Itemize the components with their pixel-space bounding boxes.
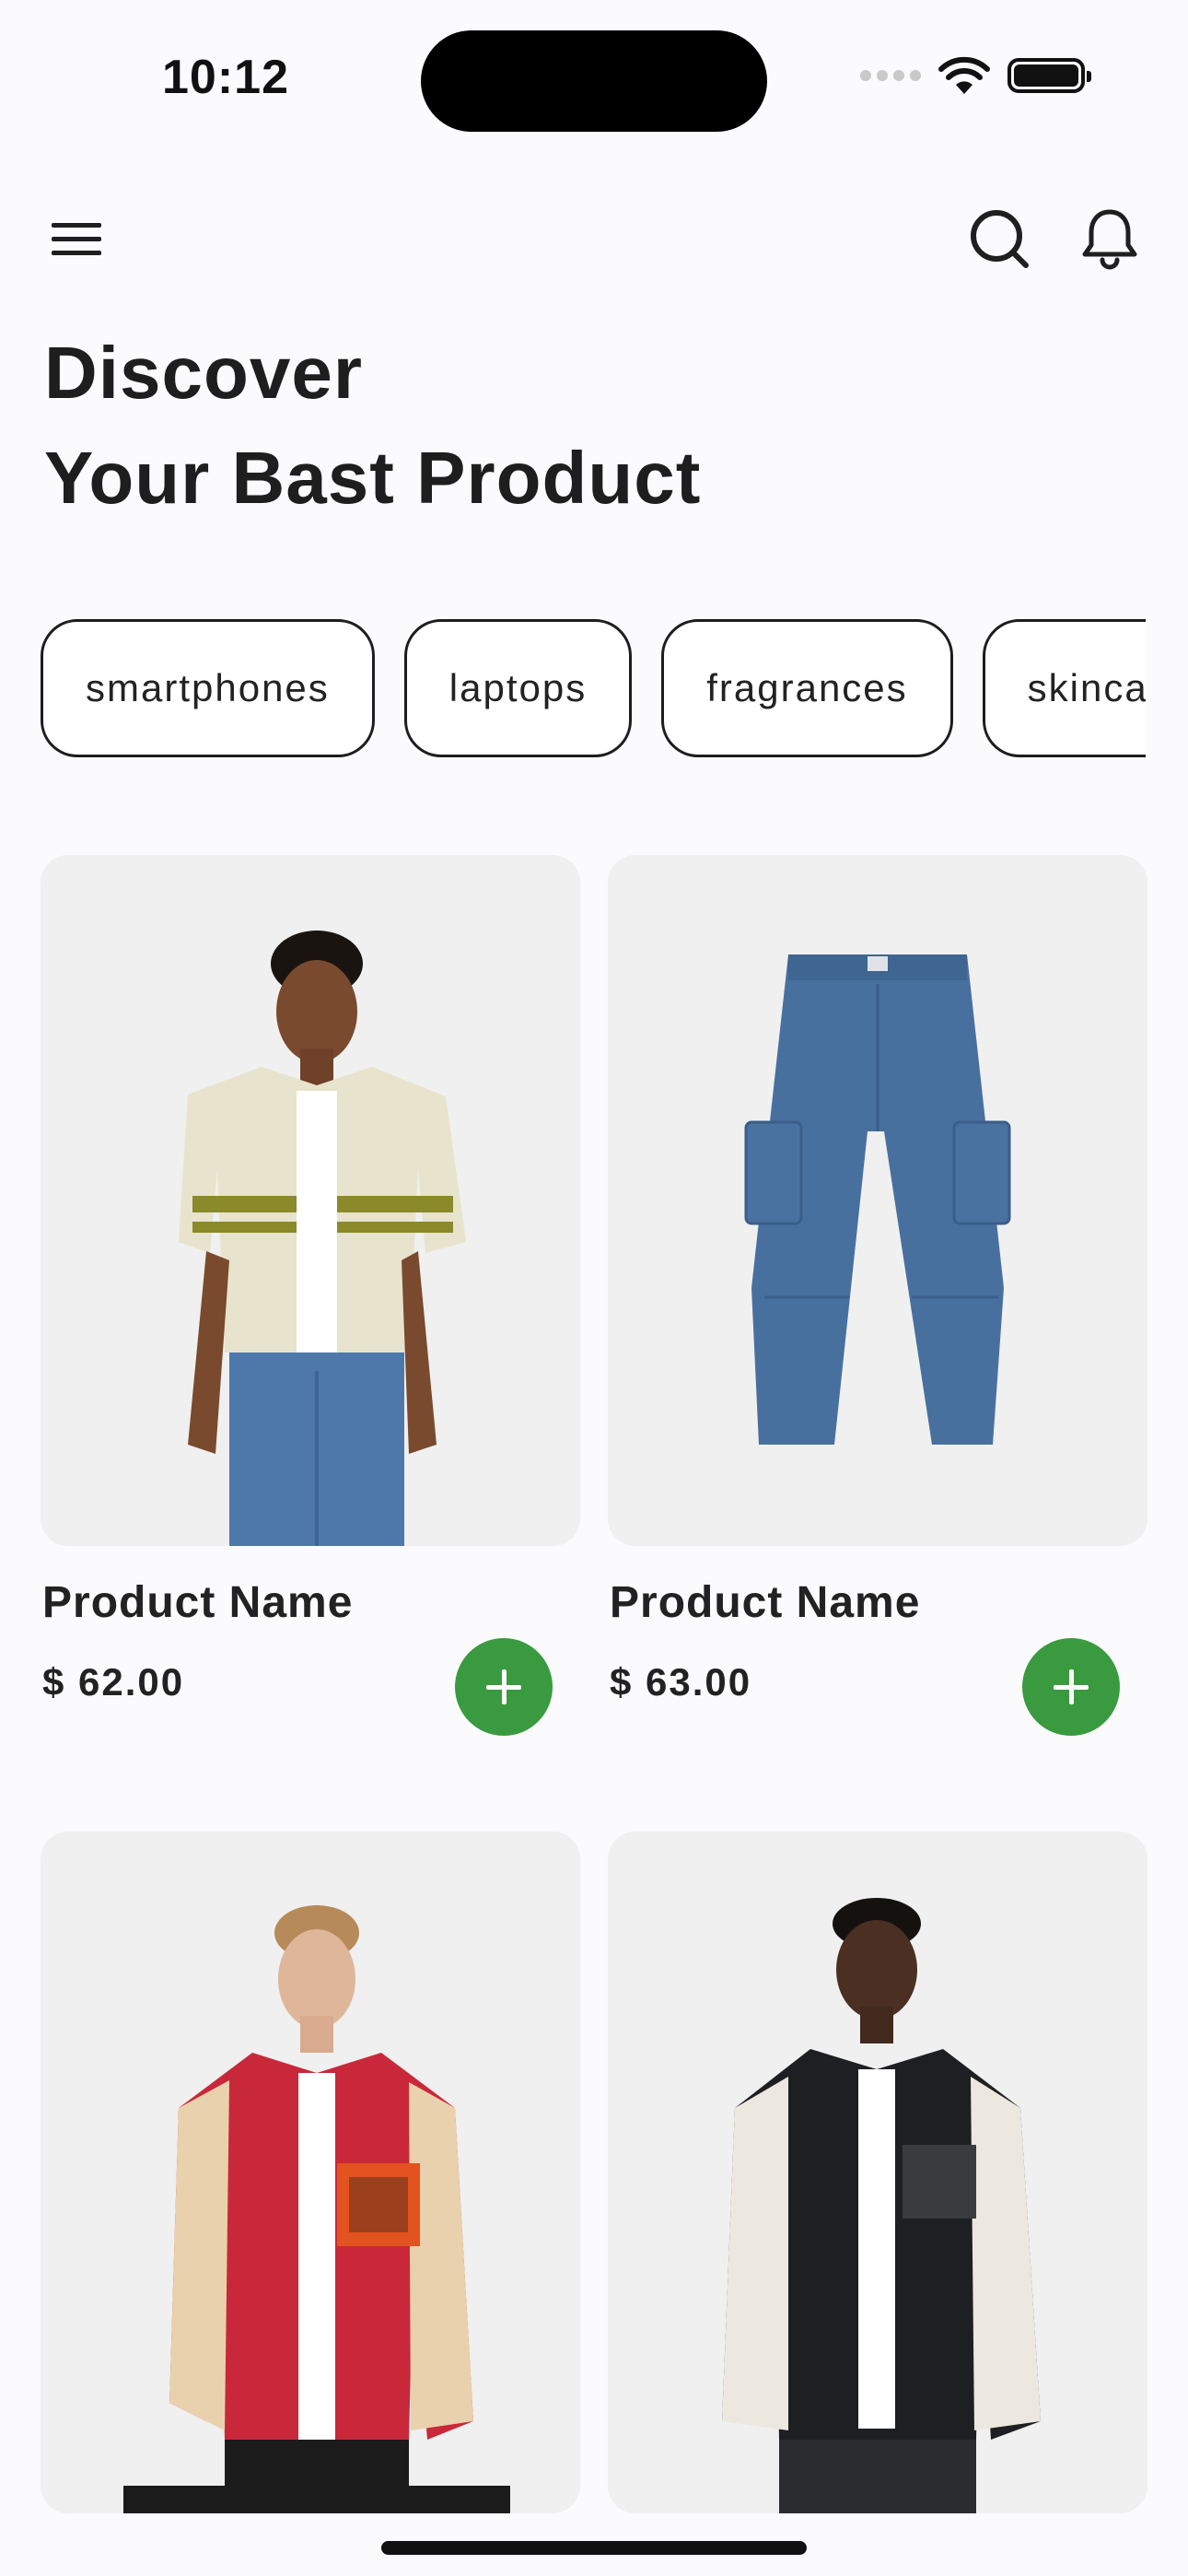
product-card[interactable]: Product Name $ 63.00 — [608, 855, 1147, 1736]
wifi-icon — [938, 56, 990, 94]
title-line-2: Your Bast Product — [44, 437, 702, 519]
product-card[interactable] — [608, 1832, 1147, 2513]
black-varsity-jacket-illustration — [722, 1898, 1041, 2513]
search-button[interactable] — [967, 206, 1031, 271]
product-name: Product Name — [610, 1578, 921, 1627]
add-to-cart-button[interactable] — [1022, 1638, 1120, 1736]
menu-button[interactable] — [48, 210, 105, 267]
battery-icon — [1007, 58, 1091, 93]
crochet-shirt-model-illustration — [179, 931, 466, 1546]
category-chips: smartphones laptops fragrances skincare — [41, 619, 1146, 757]
dynamic-island — [421, 30, 767, 132]
product-image-crochet-shirt[interactable] — [41, 855, 580, 1546]
denim-cargo-jeans-illustration — [744, 954, 1011, 1445]
add-to-cart-button[interactable] — [455, 1638, 553, 1736]
status-time: 10:12 — [162, 51, 289, 104]
status-bar: 10:12 — [0, 0, 1188, 147]
product-card[interactable]: Product Name $ 62.00 — [41, 855, 580, 1736]
title-line-1: Discover — [44, 332, 363, 414]
product-image-denim-jeans[interactable] — [608, 855, 1147, 1546]
category-chips-scroller[interactable]: smartphones laptops fragrances skincare — [41, 619, 1146, 759]
category-chip-laptops[interactable]: laptops — [403, 619, 633, 757]
red-varsity-jacket-illustration — [123, 1905, 510, 2513]
product-card[interactable] — [41, 1832, 580, 2513]
product-price: $ 63.00 — [610, 1660, 752, 1704]
product-price: $ 62.00 — [42, 1660, 185, 1704]
home-indicator[interactable] — [381, 2541, 807, 2555]
cellular-signal-icon — [860, 70, 921, 81]
category-chip-smartphones[interactable]: smartphones — [41, 619, 375, 757]
page-title: Discover Your Bast Product — [44, 321, 701, 531]
bell-icon — [1082, 209, 1137, 270]
category-chip-skincare[interactable]: skincare — [982, 619, 1146, 757]
product-image-black-varsity-jacket[interactable] — [608, 1832, 1147, 2513]
search-icon — [971, 210, 1029, 268]
product-image-red-varsity-jacket[interactable] — [41, 1832, 580, 2513]
category-chip-fragrances[interactable]: fragrances — [661, 619, 953, 757]
status-icons — [860, 55, 1091, 96]
hamburger-menu-icon — [52, 223, 101, 255]
product-name: Product Name — [42, 1578, 354, 1627]
notifications-button[interactable] — [1077, 206, 1142, 271]
